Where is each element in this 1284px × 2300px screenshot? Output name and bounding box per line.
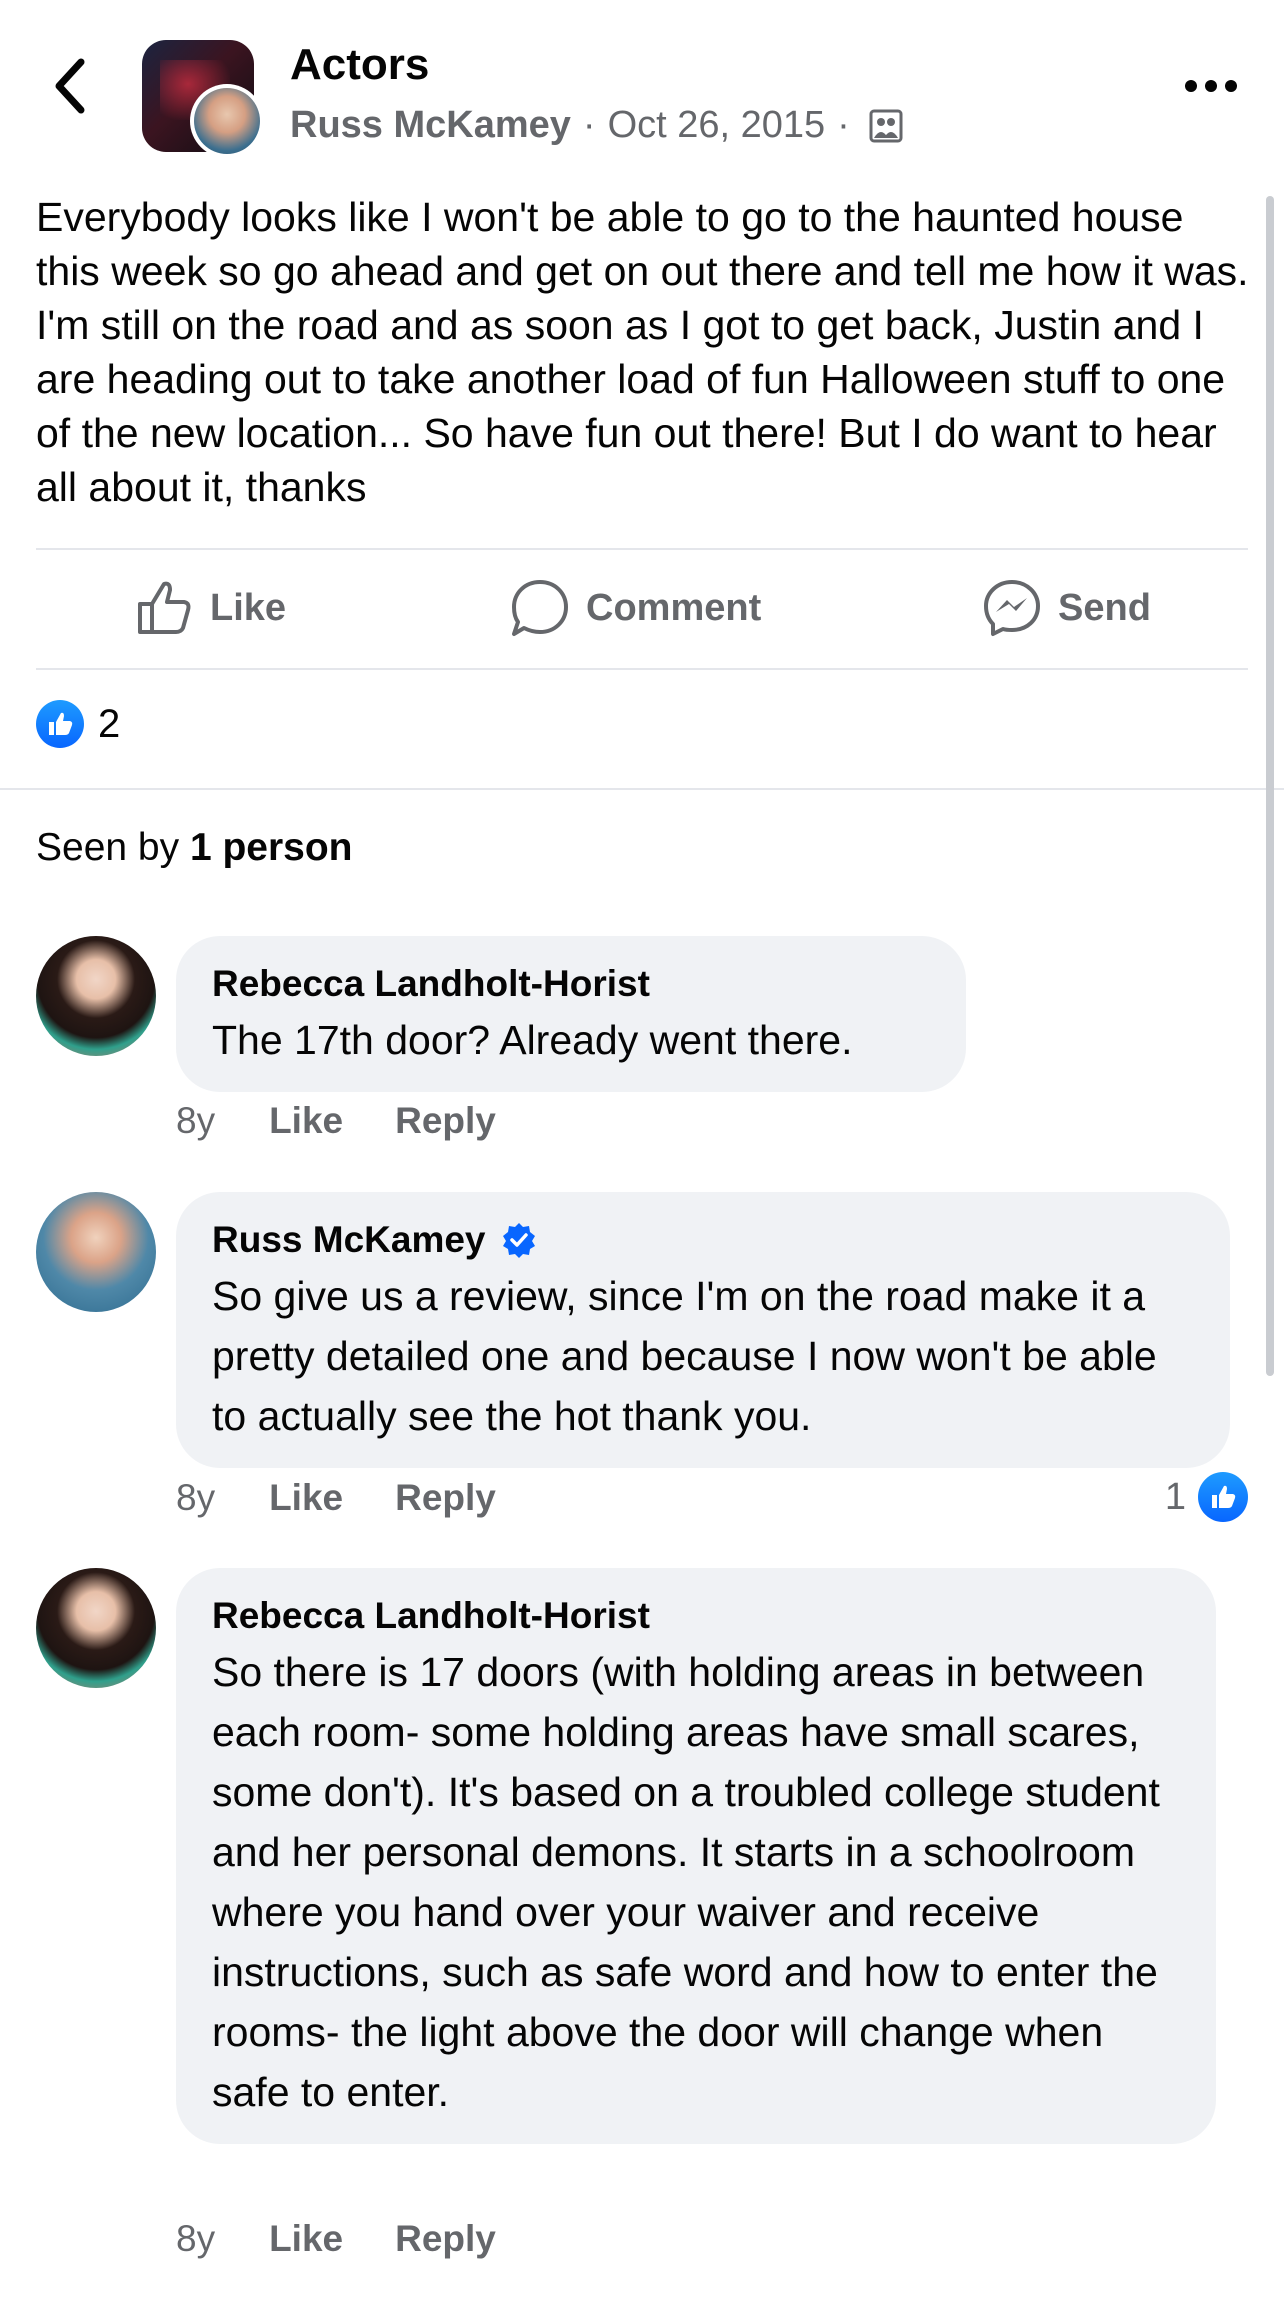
send-label: Send: [1058, 586, 1151, 629]
commenter-avatar[interactable]: [36, 1568, 156, 1688]
scrollbar[interactable]: [1266, 196, 1274, 1376]
reaction-summary[interactable]: 2: [36, 700, 120, 748]
thumbs-up-icon: [138, 581, 191, 634]
commenter-name[interactable]: Rebecca Landholt-Horist: [212, 1590, 1180, 1642]
comment-age: 8y: [176, 1477, 216, 1518]
commenter-name-row: Russ McKamey: [212, 1214, 1194, 1266]
post-actions: Like Comment Send: [36, 552, 1248, 664]
comment-bubble[interactable]: Russ McKamey So give us a review, since …: [176, 1192, 1230, 1468]
divider-top: [36, 548, 1248, 550]
comment-age: 8y: [176, 1100, 216, 1141]
comment-button[interactable]: Comment: [510, 552, 761, 664]
like-label: Like: [210, 586, 287, 629]
seen-by-count: 1 person: [189, 826, 353, 869]
meta-separator-2: ·: [837, 104, 850, 146]
more-icon: [1185, 80, 1237, 92]
post-date[interactable]: Oct 26, 2015: [608, 104, 826, 147]
divider-bottom: [36, 668, 1248, 670]
comment-reply-button[interactable]: Reply: [395, 1100, 496, 1142]
comment-footer: 8y Like Reply: [176, 1477, 496, 1519]
post-meta: Russ McKamey · Oct 26, 2015 ·: [290, 104, 904, 147]
reaction-count: 2: [98, 701, 121, 746]
commenter-avatar[interactable]: [36, 936, 156, 1056]
comment-reply-button[interactable]: Reply: [395, 2218, 496, 2260]
verified-badge-icon: [500, 1221, 538, 1259]
seen-by-prefix: Seen by: [36, 826, 180, 869]
comment-text: The 17th door? Already went there.: [212, 1017, 853, 1063]
send-button[interactable]: Send: [982, 552, 1151, 664]
back-button[interactable]: [40, 56, 100, 116]
section-divider: [0, 788, 1284, 790]
comment-reply-button[interactable]: Reply: [395, 1477, 496, 1519]
comment-bubble[interactable]: Rebecca Landholt-Horist So there is 17 d…: [176, 1568, 1216, 2144]
author-name[interactable]: Russ McKamey: [290, 104, 571, 147]
comment-icon: [512, 580, 568, 636]
comment-like-button[interactable]: Like: [269, 1477, 343, 1519]
commenter-name[interactable]: Rebecca Landholt-Horist: [212, 958, 930, 1010]
back-chevron-icon: [55, 58, 85, 114]
author-avatar[interactable]: [190, 84, 264, 158]
comment-label: Comment: [586, 586, 762, 629]
comment-text: So give us a review, since I'm on the ro…: [212, 1273, 1157, 1439]
comment-reaction-count: 1: [1164, 1475, 1186, 1518]
group-name[interactable]: Actors: [290, 40, 429, 90]
comment-like-button[interactable]: Like: [269, 2218, 343, 2260]
post-header: Actors Russ McKamey · Oct 26, 2015 ·: [0, 0, 1284, 180]
commenter-name[interactable]: Russ McKamey: [212, 1214, 486, 1266]
commenter-avatar[interactable]: [36, 1192, 156, 1312]
comment-age: 8y: [176, 2218, 216, 2259]
comment-like-button[interactable]: Like: [269, 1100, 343, 1142]
messenger-icon: [984, 580, 1040, 636]
comment-bubble[interactable]: Rebecca Landholt-Horist The 17th door? A…: [176, 936, 966, 1092]
comment-footer: 8y Like Reply: [176, 2218, 496, 2260]
comment-text: So there is 17 doors (with holding areas…: [212, 1649, 1160, 2115]
like-button[interactable]: Like: [134, 552, 286, 664]
comment-footer: 8y Like Reply: [176, 1100, 496, 1142]
more-options-button[interactable]: [1176, 66, 1246, 106]
group-icon: [868, 108, 904, 144]
post-text: Everybody looks like I won't be able to …: [36, 194, 1249, 510]
comment-reaction-summary[interactable]: 1: [1165, 1472, 1248, 1522]
seen-by[interactable]: Seen by 1 person: [36, 826, 353, 870]
like-reaction-icon: [1198, 1472, 1248, 1522]
like-reaction-icon: [36, 700, 84, 748]
meta-separator: ·: [582, 104, 596, 146]
